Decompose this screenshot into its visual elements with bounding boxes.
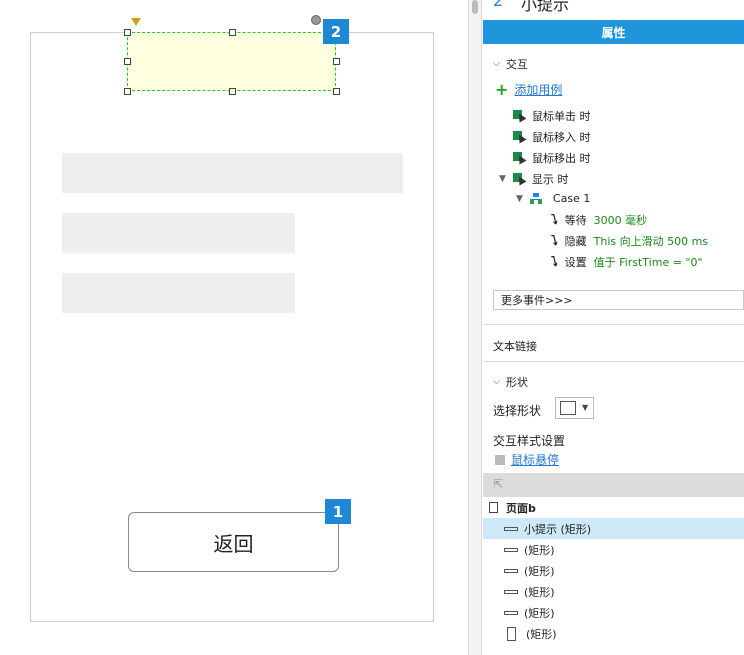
- widget-badge-tip: 2: [323, 19, 349, 44]
- tab-properties[interactable]: 属性: [483, 20, 744, 44]
- tree-item[interactable]: (矩形): [483, 602, 744, 623]
- chevron-down-icon: ⌵: [493, 377, 500, 387]
- event-item[interactable]: 鼠标移出 时: [513, 150, 591, 166]
- lightning-icon: ⭝: [551, 212, 558, 228]
- widget-header: 2 小提示: [483, 0, 744, 20]
- cursor-event-icon: [513, 131, 525, 143]
- action-item[interactable]: ⭝ 设置 值于 FirstTime = "0": [551, 254, 703, 270]
- app-window: 2 返回 1 2 小提示 属性 ⌵ 交互 + 添加用例 鼠标单击 时 鼠标移入 …: [0, 0, 744, 655]
- select-shape-label: 选择形状: [493, 404, 542, 418]
- interaction-header[interactable]: ⌵ 交互: [493, 56, 528, 72]
- plus-icon: +: [495, 80, 509, 99]
- cursor-event-icon: [513, 110, 525, 122]
- hover-style-icon: [495, 454, 505, 465]
- add-case-link[interactable]: 添加用例: [514, 81, 562, 98]
- hover-style-link[interactable]: 鼠标悬停: [511, 451, 559, 468]
- case-item[interactable]: ▼ Case 1: [516, 192, 590, 205]
- outline-tree: 页面b 小提示 (矩形) (矩形) (矩形) (矩形) (矩形) (矩形): [483, 497, 744, 655]
- action-item[interactable]: ⭝ 等待 3000 毫秒: [551, 212, 647, 228]
- action-name: 设置: [564, 256, 587, 269]
- page-name: 页面b: [506, 501, 536, 515]
- rectangle-icon: [504, 526, 518, 531]
- resize-handle[interactable]: [124, 29, 131, 36]
- rectangle-shape-icon: [560, 401, 576, 415]
- lightning-icon: ⭝: [551, 233, 558, 249]
- action-detail: 值于 FirstTime = "0": [593, 256, 703, 269]
- action-detail: This 向上滑动 500 ms: [593, 235, 709, 248]
- add-case-row[interactable]: + 添加用例: [495, 80, 562, 99]
- event-label: 鼠标移入 时: [532, 131, 591, 144]
- event-label: 显示 时: [531, 173, 569, 186]
- action-item[interactable]: ⭝ 隐藏 This 向上滑动 500 ms: [551, 233, 708, 249]
- action-name: 隐藏: [564, 235, 587, 248]
- expand-triangle-icon[interactable]: ▼: [516, 194, 523, 204]
- section-title: 交互: [505, 58, 528, 71]
- tree-item-label: (矩形): [524, 585, 555, 599]
- event-item-show[interactable]: ▼ 显示 时: [499, 171, 568, 187]
- tree-item[interactable]: (矩形): [483, 623, 744, 644]
- rectangle-icon: [504, 589, 518, 594]
- event-item[interactable]: 鼠标移入 时: [513, 129, 591, 145]
- chevron-down-icon: ▼: [582, 403, 589, 412]
- tree-item-label: 小提示 (矩形): [524, 522, 592, 536]
- tree-page-row[interactable]: 页面b: [483, 497, 744, 518]
- rotate-handle[interactable]: [311, 15, 321, 25]
- case-icon: [529, 193, 542, 204]
- tree-item-label: (矩形): [524, 564, 555, 578]
- outline-toolbar: ⇱: [483, 473, 744, 497]
- anchor-marker-icon[interactable]: [131, 18, 141, 26]
- panel-splitter[interactable]: [468, 0, 482, 655]
- splitter-knob[interactable]: [472, 0, 478, 14]
- resize-handle[interactable]: [124, 88, 131, 95]
- resize-handle[interactable]: [333, 88, 340, 95]
- widget-badge-back: 1: [325, 499, 351, 524]
- text-link-label[interactable]: 文本链接: [493, 338, 537, 354]
- interaction-style-label: 交互样式设置: [493, 434, 566, 448]
- tip-rectangle[interactable]: [127, 32, 336, 91]
- expand-triangle-icon[interactable]: ▼: [499, 174, 506, 184]
- tree-item-label: (矩形): [524, 543, 555, 557]
- vertical-rectangle-icon: [507, 626, 516, 641]
- widget-name[interactable]: 小提示: [521, 0, 569, 15]
- resize-handle[interactable]: [229, 88, 236, 95]
- rectangle-icon: [504, 547, 518, 552]
- action-name: 等待: [564, 214, 587, 227]
- rectangle-icon: [504, 568, 518, 573]
- action-detail: 3000 毫秒: [593, 214, 648, 227]
- cursor-event-icon: [513, 152, 525, 164]
- more-events-button[interactable]: 更多事件>>>: [493, 290, 744, 310]
- tree-item[interactable]: (矩形): [483, 581, 744, 602]
- event-label: 鼠标移出 时: [532, 152, 591, 165]
- resize-handle[interactable]: [333, 58, 340, 65]
- design-canvas[interactable]: 2 返回 1: [0, 0, 468, 655]
- placeholder-bar[interactable]: [62, 213, 295, 253]
- resize-handle[interactable]: [229, 29, 236, 36]
- event-item[interactable]: 鼠标单击 时: [513, 108, 591, 124]
- page-icon: [489, 502, 498, 513]
- chevron-down-icon: ⌵: [493, 59, 500, 69]
- case-label: Case 1: [552, 192, 591, 205]
- hover-style-row[interactable]: 鼠标悬停: [495, 451, 559, 468]
- tree-item-label: (矩形): [524, 606, 555, 620]
- back-button[interactable]: 返回: [128, 512, 339, 572]
- section-title: 形状: [505, 376, 528, 389]
- tree-item[interactable]: (矩形): [483, 539, 744, 560]
- widget-number: 2: [493, 0, 504, 10]
- resize-handle[interactable]: [124, 58, 131, 65]
- placeholder-bar[interactable]: [62, 273, 295, 313]
- shape-dropdown[interactable]: ▼: [555, 397, 594, 419]
- tree-item-selected[interactable]: 小提示 (矩形): [483, 518, 744, 539]
- tree-item-label: (矩形): [526, 627, 557, 641]
- placeholder-bar[interactable]: [62, 153, 403, 193]
- rectangle-icon: [504, 610, 518, 615]
- cursor-event-icon: [512, 173, 525, 185]
- inspector-panel: 2 小提示 属性 ⌵ 交互 + 添加用例 鼠标单击 时 鼠标移入 时 鼠标移出 …: [483, 0, 744, 655]
- lightning-icon: ⭝: [551, 254, 558, 270]
- collapse-arrow-icon[interactable]: ⇱: [493, 477, 503, 491]
- shape-header[interactable]: ⌵ 形状: [493, 374, 528, 390]
- tree-item[interactable]: (矩形): [483, 560, 744, 581]
- event-label: 鼠标单击 时: [532, 110, 591, 123]
